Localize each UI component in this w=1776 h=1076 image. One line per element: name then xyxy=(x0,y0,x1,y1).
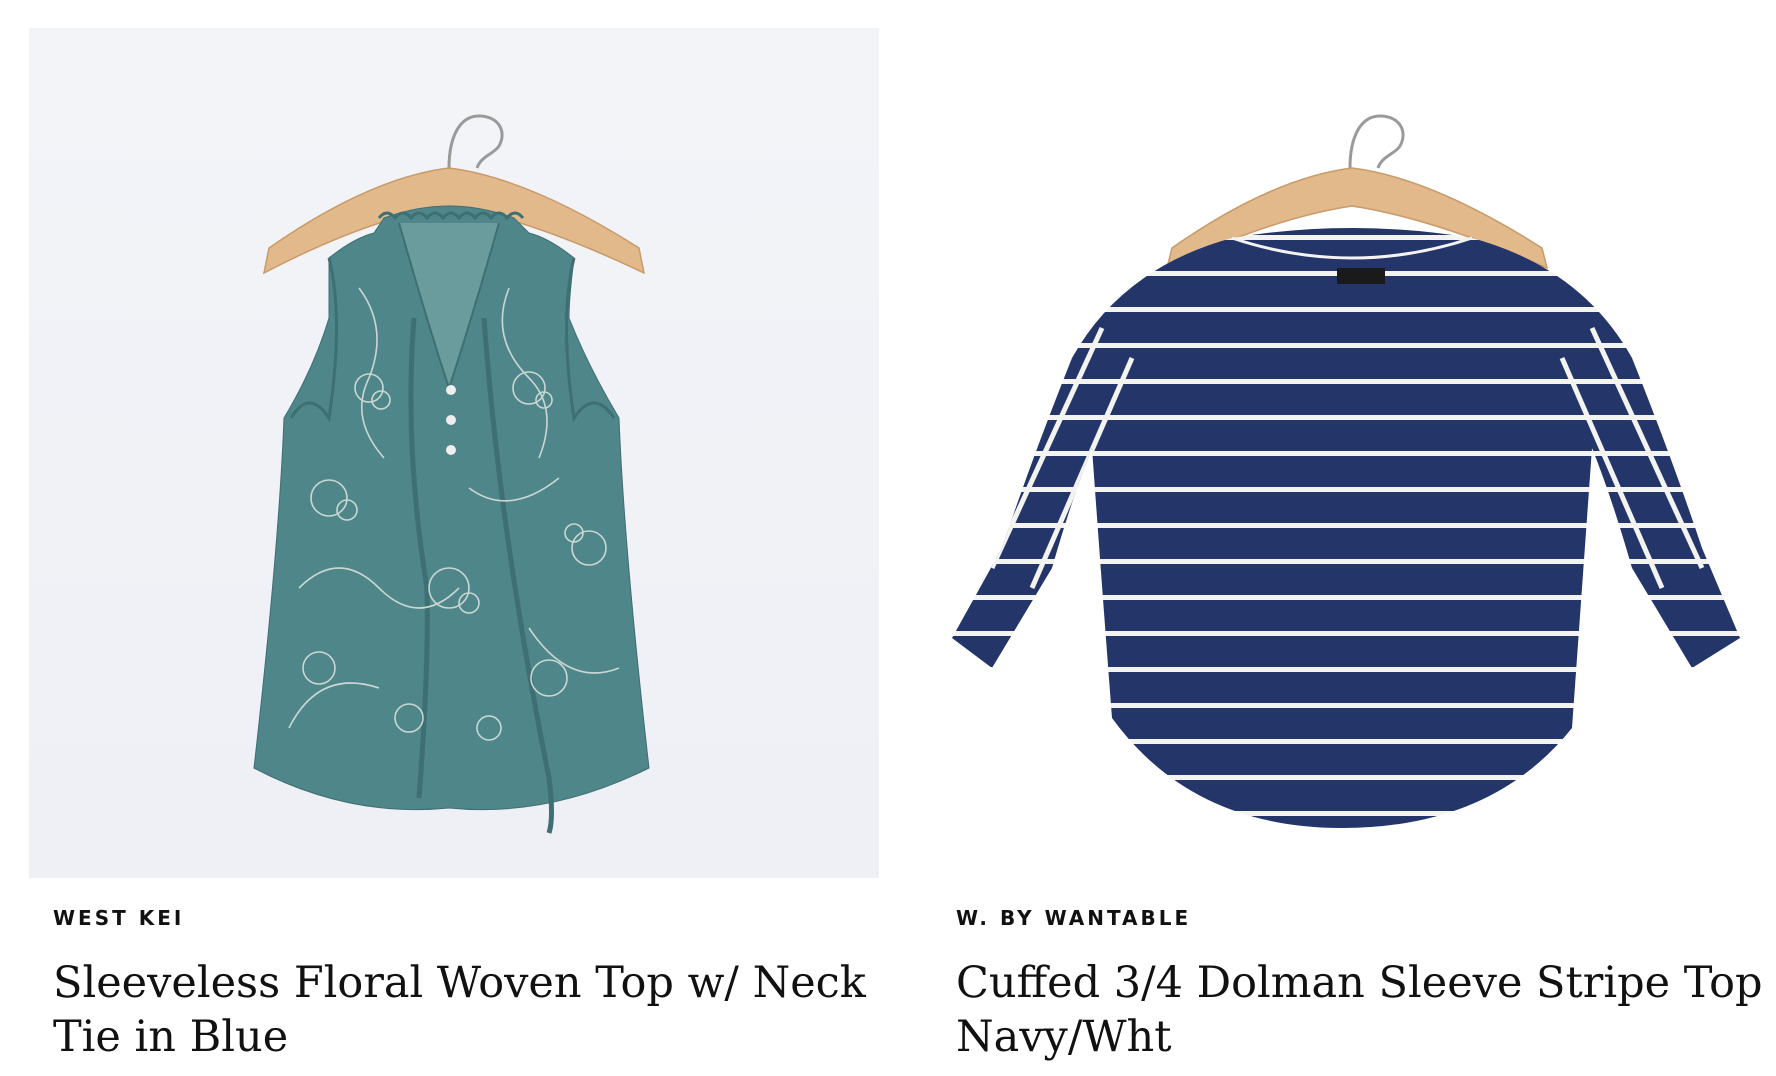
product-brand: WEST KEI xyxy=(53,906,185,930)
striped-top-image xyxy=(952,114,1740,828)
product-brand: W. BY WANTABLE xyxy=(956,906,1192,930)
product-card[interactable]: WEST KEI Sleeveless Floral Woven Top w/ … xyxy=(29,28,879,1064)
product-image[interactable] xyxy=(29,28,879,878)
product-image[interactable] xyxy=(932,28,1776,878)
product-grid: WEST KEI Sleeveless Floral Woven Top w/ … xyxy=(0,0,1776,1076)
product-title[interactable]: Cuffed 3/4 Dolman Sleeve Stripe Top Navy… xyxy=(956,956,1776,1064)
product-card[interactable]: W. BY WANTABLE Cuffed 3/4 Dolman Sleeve … xyxy=(932,28,1776,1064)
floral-top-image xyxy=(253,114,650,834)
product-title[interactable]: Sleeveless Floral Woven Top w/ Neck Tie … xyxy=(53,956,873,1064)
